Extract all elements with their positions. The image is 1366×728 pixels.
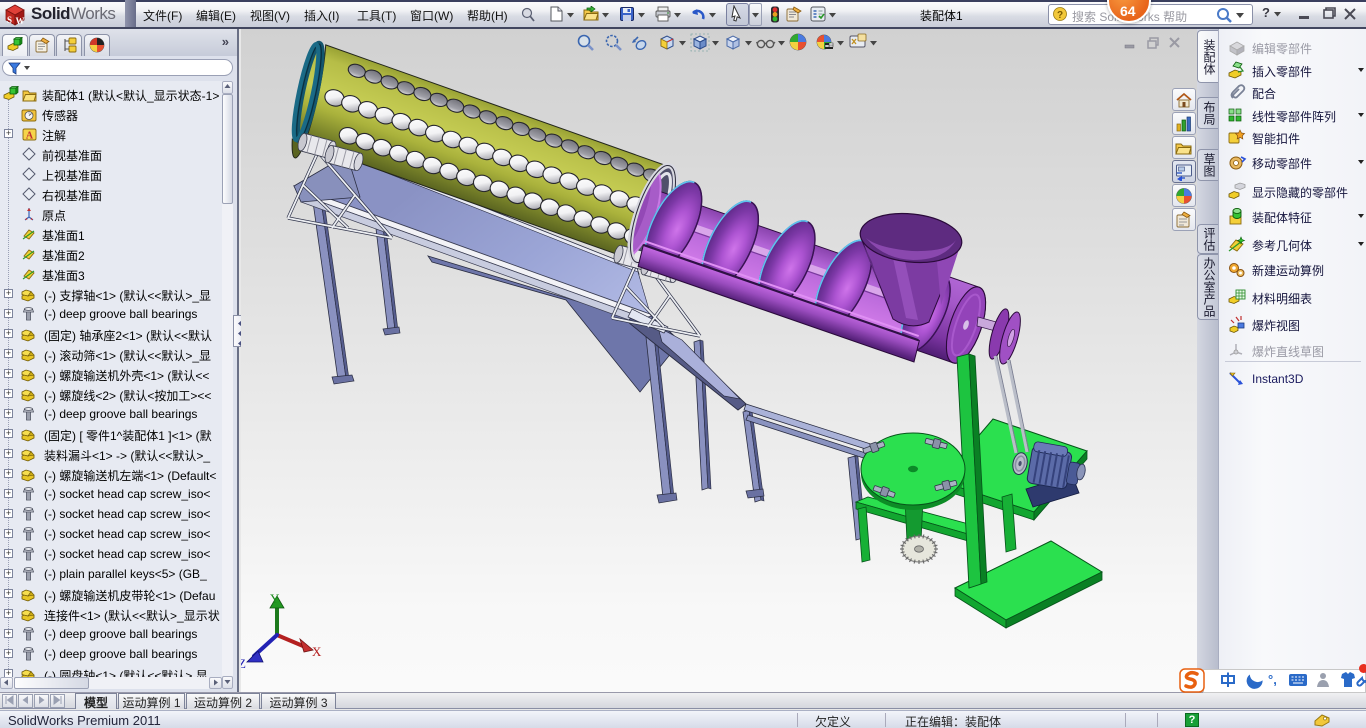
svg-text:A: A bbox=[26, 131, 34, 142]
svg-text:Y: Y bbox=[270, 591, 280, 606]
svg-text:?: ? bbox=[1057, 10, 1063, 21]
svg-text:W: W bbox=[16, 16, 25, 26]
svg-text:S: S bbox=[7, 15, 12, 25]
svg-text:X: X bbox=[312, 644, 322, 659]
svg-text:Z: Z bbox=[241, 656, 246, 671]
